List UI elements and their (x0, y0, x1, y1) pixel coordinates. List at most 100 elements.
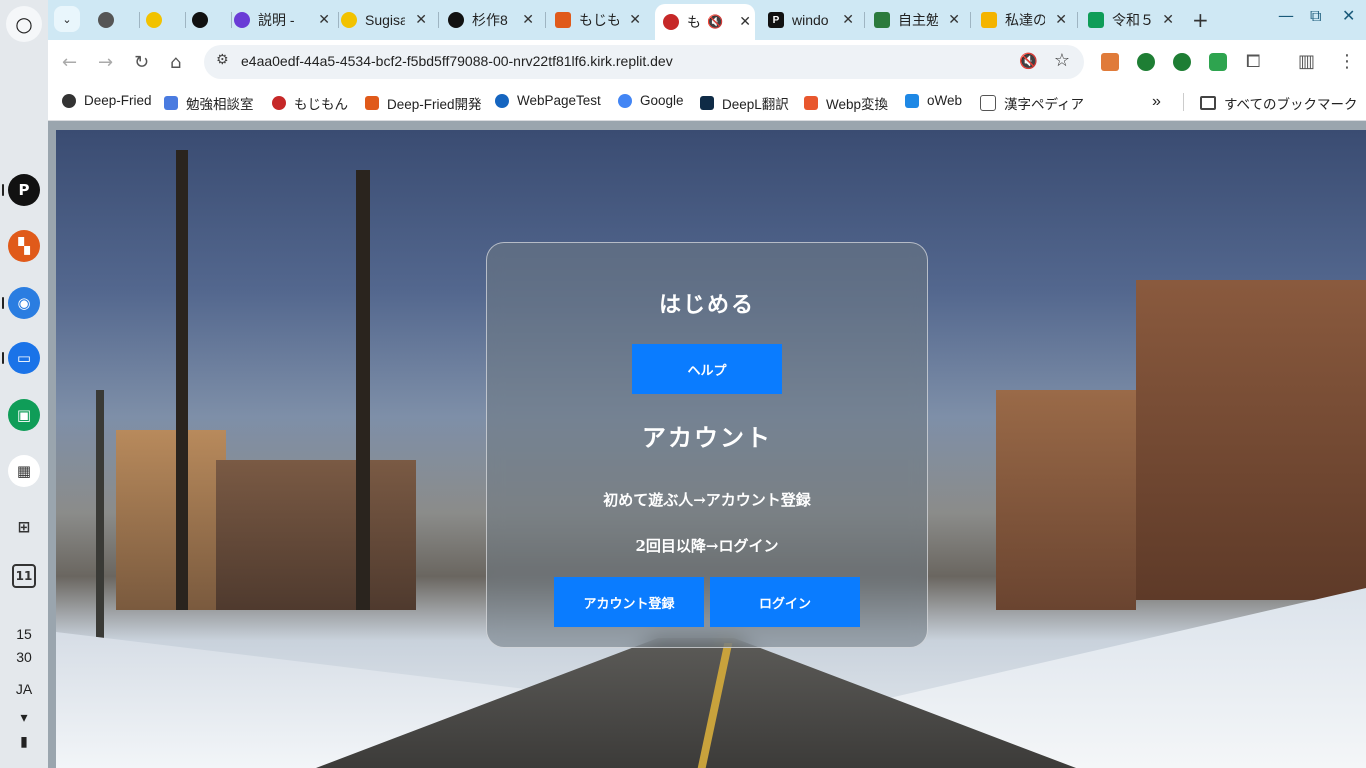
bookmark-item[interactable]: WebPageTest (495, 93, 601, 108)
calendar-icon[interactable]: 11 (12, 564, 36, 588)
tab-3[interactable] (192, 6, 236, 34)
cast-extension-icon[interactable] (1101, 53, 1119, 71)
url-text[interactable]: e4aa0edf-44a5-4534-bcf2-f5bd5ff79088-00-… (241, 53, 673, 69)
tab-separator (139, 12, 140, 28)
new-tab-button[interactable]: + (1192, 8, 1209, 32)
launcher-button[interactable]: ○ (6, 6, 42, 42)
muted-audio-icon[interactable]: 🔇 (1019, 52, 1038, 70)
menu-icon[interactable]: ⋮ (1338, 51, 1356, 72)
new-player-instruction: 初めて遊ぶ人→アカウント登録 (603, 491, 811, 509)
bookmark-item[interactable]: oWeb (905, 93, 962, 108)
bookmark-item[interactable]: Google (618, 93, 684, 108)
shelf-app-classroom[interactable]: ▣ (8, 399, 40, 431)
grid-icon (874, 12, 890, 28)
bookmark-item[interactable]: DeepL翻訳 (700, 93, 789, 113)
bookmark-favicon (272, 96, 286, 110)
shelf-app-deep-fried[interactable]: ▚ (8, 230, 40, 262)
muted-audio-icon[interactable]: 🔇 (707, 14, 723, 30)
tab-4[interactable]: 説明 - ✕ (234, 6, 334, 34)
tab-11[interactable]: 私達の ✕ (981, 6, 1071, 34)
tab-separator (231, 12, 232, 28)
tab-2[interactable] (146, 6, 190, 34)
shelf-app-pixiv[interactable]: P (8, 174, 40, 206)
tab-12[interactable]: 令和５ ✕ (1088, 6, 1178, 34)
back-icon[interactable]: ← (62, 52, 77, 73)
shelf-app-files[interactable]: ▭ (8, 342, 40, 374)
running-indicator (2, 184, 4, 196)
tab-separator (1077, 12, 1078, 28)
shelf-app-chrome[interactable]: ◉ (8, 287, 40, 319)
tab-7[interactable]: もじも ✕ (555, 6, 645, 34)
bookmark-star-icon[interactable]: ☆ (1054, 50, 1070, 71)
browser-toolbar: ← → ↻ ⌂ ⚙ e4aa0edf-44a5-4534-bcf2-f5bd5f… (48, 40, 1366, 84)
extension-icon[interactable] (1137, 53, 1155, 71)
tab-10[interactable]: 自主勉 ✕ (874, 6, 964, 34)
restore-icon[interactable]: ⧉ (1310, 6, 1321, 26)
shield-icon[interactable] (1209, 53, 1227, 71)
tab-9[interactable]: Pwindo ✕ (768, 6, 858, 34)
tab-6[interactable]: 杉作8 ✕ (448, 6, 538, 34)
shelf-app-qr[interactable]: ▦ (8, 455, 40, 487)
bookmarks-bar: Deep-Fried 勉強相談室 もじもん Deep-Fried開発 WebPa… (48, 84, 1366, 121)
login-button[interactable]: ログイン (710, 577, 860, 627)
tab-strip: ⌄ 説明 - ✕ Sugisa ✕ 杉作8 ✕ もじも ✕ も 🔇 ✕ Pwindo ✕ 自主… (48, 0, 1366, 40)
mojimon-icon (663, 14, 679, 30)
all-bookmarks-folder[interactable]: すべてのブックマーク (1200, 93, 1358, 113)
scene-lamppost (96, 390, 104, 670)
tab-search-button[interactable]: ⌄ (54, 6, 80, 32)
tab-separator (970, 12, 971, 28)
close-icon[interactable]: ✕ (522, 11, 534, 28)
globe-icon (98, 12, 114, 28)
close-icon[interactable]: ✕ (948, 11, 960, 28)
battery-icon[interactable]: ▮ (0, 730, 48, 753)
close-icon[interactable]: ✕ (415, 11, 427, 28)
wifi-icon[interactable]: ▾ (0, 706, 48, 729)
tab-1[interactable] (98, 6, 142, 34)
screen-capture-icon[interactable]: ⊞ (8, 511, 40, 543)
tab-active[interactable]: も 🔇 ✕ (655, 4, 755, 40)
home-icon[interactable]: ⌂ (170, 52, 181, 73)
close-icon[interactable]: ✕ (629, 11, 641, 28)
close-icon[interactable]: ✕ (842, 11, 854, 28)
bookmark-label: Google (640, 93, 684, 108)
side-panel-icon[interactable]: ▥ (1298, 51, 1315, 72)
address-bar[interactable]: ⚙ e4aa0edf-44a5-4534-bcf2-f5bd5ff79088-0… (204, 45, 1084, 79)
bookmark-item[interactable]: Deep-Fried (62, 93, 152, 108)
tab-separator (438, 12, 439, 28)
extensions-puzzle-icon[interactable]: ⧠ (1246, 51, 1260, 72)
register-button[interactable]: アカウント登録 (554, 577, 704, 627)
bookmark-item[interactable]: Webp変換 (804, 93, 888, 113)
emoji-icon (146, 12, 162, 28)
site-settings-icon[interactable]: ⚙ (216, 52, 229, 68)
more-bookmarks-chevron-icon[interactable]: » (1152, 93, 1161, 111)
tab-5[interactable]: Sugisa ✕ (341, 6, 431, 34)
minimize-icon[interactable]: — (1278, 6, 1294, 25)
clock-minute[interactable]: 30 (0, 646, 48, 669)
tab-separator (338, 12, 339, 28)
close-icon[interactable]: ✕ (1055, 11, 1067, 28)
close-window-icon[interactable]: ✕ (1342, 6, 1355, 25)
bookmark-item[interactable]: 漢字ペディア (980, 93, 1084, 113)
forward-icon[interactable]: → (98, 52, 113, 73)
bookmark-item[interactable]: Deep-Fried開発 (365, 93, 482, 113)
bookmark-favicon (495, 93, 509, 108)
ime-indicator[interactable]: JA (0, 678, 48, 701)
tab-title: 自主勉 (898, 12, 938, 28)
close-icon[interactable]: ✕ (1162, 11, 1174, 28)
p-icon: P (768, 12, 784, 28)
bookmark-item[interactable]: もじもん (272, 93, 348, 113)
slides-icon (981, 12, 997, 28)
bookmark-favicon (980, 95, 996, 111)
close-icon[interactable]: ✕ (318, 11, 330, 28)
bookmark-label: 漢字ペディア (1004, 97, 1085, 112)
reload-icon[interactable]: ↻ (134, 52, 149, 73)
bookmark-label: すべてのブックマーク (1224, 97, 1358, 112)
clock-hour[interactable]: 15 (0, 623, 48, 646)
bookmark-favicon (700, 96, 714, 110)
close-icon[interactable]: ✕ (739, 13, 751, 30)
bookmark-item[interactable]: 勉強相談室 (164, 93, 254, 113)
tab-title: もじも (579, 12, 619, 28)
extension-icon[interactable] (1173, 53, 1191, 71)
scene-tree (356, 170, 370, 610)
help-button[interactable]: ヘルプ (632, 344, 782, 394)
